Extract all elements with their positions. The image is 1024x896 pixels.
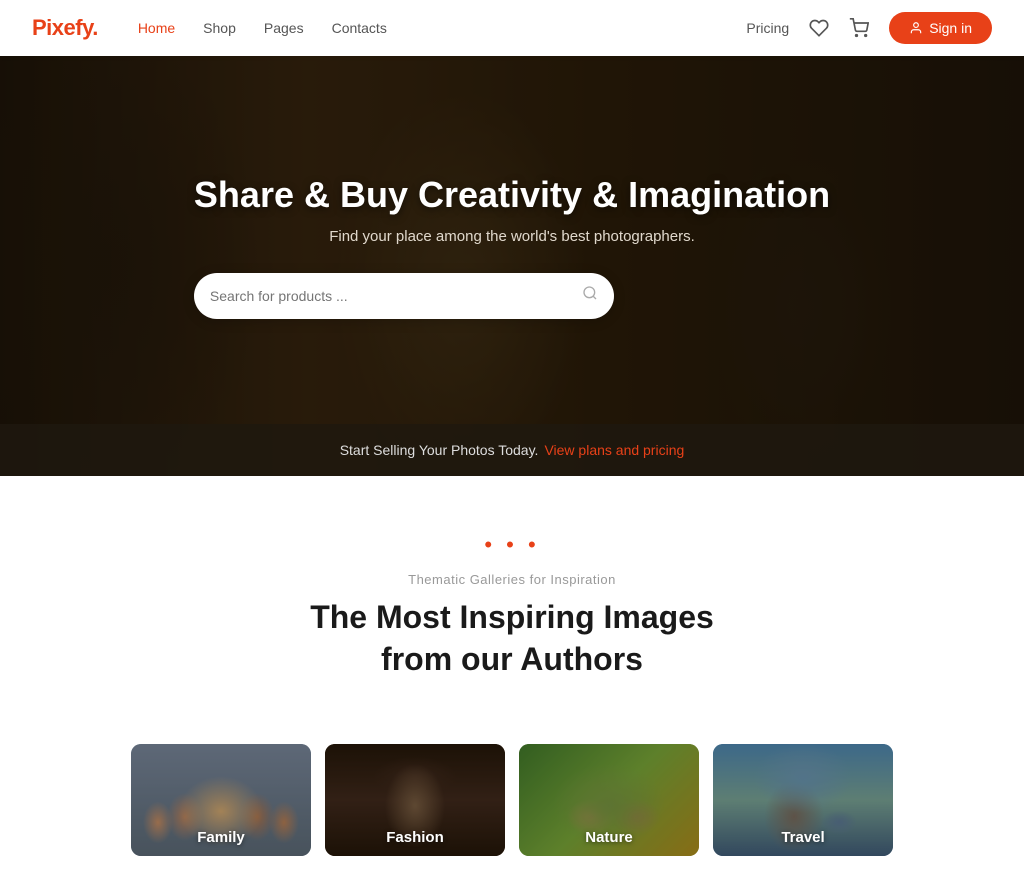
gallery-card-nature[interactable]: Nature bbox=[519, 744, 699, 856]
hero-title: Share & Buy Creativity & Imagination bbox=[194, 174, 830, 216]
nav-contacts[interactable]: Contacts bbox=[332, 20, 387, 36]
gallery-card-family[interactable]: Family bbox=[131, 744, 311, 856]
heart-icon bbox=[809, 18, 829, 38]
cart-icon bbox=[849, 18, 869, 38]
section-title: The Most Inspiring Images from our Autho… bbox=[80, 597, 944, 680]
gallery-grid: Family Fashion Nature Travel bbox=[0, 744, 1024, 896]
sign-in-button[interactable]: Sign in bbox=[889, 12, 992, 44]
gallery-card-travel[interactable]: Travel bbox=[713, 744, 893, 856]
search-icon bbox=[582, 285, 598, 306]
hero-selling-text: Start Selling Your Photos Today. bbox=[340, 442, 539, 458]
search-bar bbox=[194, 273, 614, 319]
section-subtitle: Thematic Galleries for Inspiration bbox=[80, 572, 944, 587]
hero-bottom-bar: Start Selling Your Photos Today. View pl… bbox=[0, 424, 1024, 476]
logo-text: Pixefy bbox=[32, 15, 92, 40]
hero-subtitle: Find your place among the world's best p… bbox=[194, 228, 830, 245]
nav-pages[interactable]: Pages bbox=[264, 20, 304, 36]
hero-plans-link[interactable]: View plans and pricing bbox=[544, 442, 684, 458]
hero-content: Share & Buy Creativity & Imagination Fin… bbox=[194, 174, 830, 359]
header: Pixefy. Home Shop Pages Contacts Pricing… bbox=[0, 0, 1024, 56]
cart-button[interactable] bbox=[849, 18, 869, 38]
nav-home[interactable]: Home bbox=[138, 20, 175, 36]
nature-card-label: Nature bbox=[519, 829, 699, 846]
logo[interactable]: Pixefy. bbox=[32, 15, 98, 41]
family-card-label: Family bbox=[131, 829, 311, 846]
user-icon bbox=[909, 21, 923, 35]
search-input[interactable] bbox=[210, 288, 582, 304]
logo-dot: . bbox=[92, 15, 98, 40]
hero-section: Share & Buy Creativity & Imagination Fin… bbox=[0, 56, 1024, 476]
fashion-card-label: Fashion bbox=[325, 829, 505, 846]
nav-shop[interactable]: Shop bbox=[203, 20, 236, 36]
travel-card-label: Travel bbox=[713, 829, 893, 846]
gallery-card-fashion[interactable]: Fashion bbox=[325, 744, 505, 856]
section-dots: • • • bbox=[80, 532, 944, 558]
pricing-link[interactable]: Pricing bbox=[746, 20, 789, 36]
wishlist-button[interactable] bbox=[809, 18, 829, 38]
main-nav: Home Shop Pages Contacts bbox=[138, 20, 747, 36]
header-right: Pricing Sign in bbox=[746, 12, 992, 44]
gallery-section: • • • Thematic Galleries for Inspiration… bbox=[0, 476, 1024, 744]
